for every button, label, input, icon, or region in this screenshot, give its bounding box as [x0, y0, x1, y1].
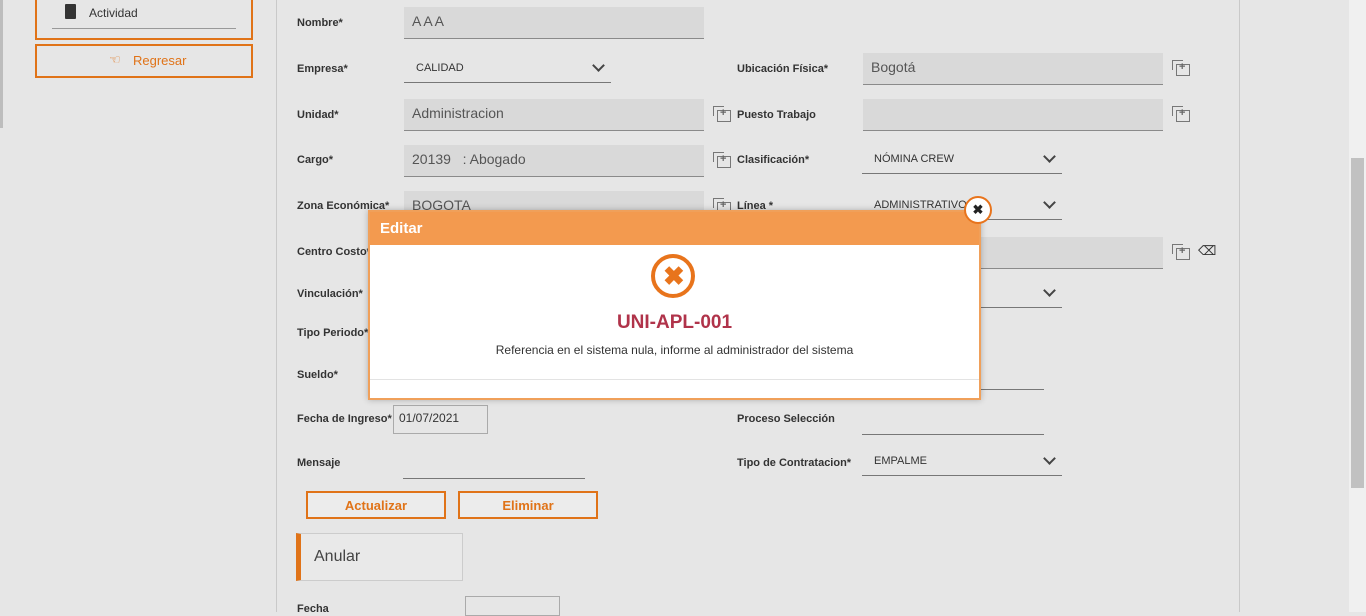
error-icon: ✖ [651, 254, 695, 298]
error-message: Referencia en el sistema nula, informe a… [495, 343, 854, 357]
label-fecha-ingreso: Fecha de Ingreso* [297, 413, 392, 425]
chevron-down-icon [1043, 452, 1056, 465]
actualizar-button[interactable]: Actualizar [306, 491, 446, 519]
anular-title: Anular [314, 548, 361, 565]
label-tipo-contratacion: Tipo de Contratacion* [737, 457, 852, 469]
divider [52, 28, 236, 29]
label-tipo-periodo: Tipo Periodo* [297, 327, 369, 339]
chevron-down-icon [1043, 284, 1056, 297]
chevron-down-icon [592, 59, 605, 72]
eliminar-button[interactable]: Eliminar [458, 491, 598, 519]
back-hand-icon: ☜ [109, 52, 121, 67]
label-empresa: Empresa* [297, 63, 348, 75]
add-ubicacion-icon[interactable] [1172, 60, 1190, 76]
clean-icon[interactable]: ⌫ [1198, 243, 1216, 259]
regresar-button[interactable]: ☜ Regresar [35, 44, 253, 78]
clasificacion-select[interactable]: NÓMINA CREW [862, 149, 1062, 174]
modal-close-button[interactable]: ✖ [964, 196, 992, 224]
modal-header: Editar [370, 212, 979, 245]
anular-panel: Anular [296, 533, 463, 581]
proceso-field[interactable] [862, 434, 1044, 435]
add-unidad-icon[interactable] [713, 106, 731, 122]
chevron-down-icon [1043, 196, 1056, 209]
label-mensaje: Mensaje [297, 457, 341, 469]
chevron-down-icon [1043, 150, 1056, 163]
label-vinculacion: Vinculación* [297, 288, 363, 300]
puesto-field[interactable] [863, 99, 1163, 131]
label-unidad: Unidad* [297, 109, 339, 121]
label-nombre: Nombre* [297, 17, 343, 29]
add-cargo-icon[interactable] [713, 152, 731, 168]
add-centro-icon[interactable] [1172, 244, 1190, 260]
scrollbar[interactable] [1349, 0, 1366, 612]
unidad-field[interactable]: Administracion [404, 99, 704, 131]
sidebar-item-label: Actividad [89, 6, 138, 20]
modal-title: Editar [380, 220, 423, 237]
modal-footer-divider [370, 379, 979, 380]
empresa-select[interactable]: CALIDAD [404, 58, 611, 83]
mensaje-field[interactable] [403, 478, 585, 479]
label-cargo: Cargo* [297, 154, 334, 166]
label-clasificacion: Clasificación* [737, 154, 810, 166]
nombre-field[interactable]: AAA [404, 7, 704, 39]
tipo-contratacion-select[interactable]: EMPALME [862, 451, 1062, 476]
scrollbar-thumb[interactable] [1351, 158, 1364, 488]
label-proceso: Proceso Selección [737, 413, 835, 425]
label-puesto: Puesto Trabajo [737, 109, 816, 121]
label-sueldo: Sueldo* [297, 369, 338, 381]
error-modal: Editar ✖ UNI-APL-001 Referencia en el si… [368, 210, 981, 400]
add-puesto-icon[interactable] [1172, 106, 1190, 122]
label-centro: Centro Costo* [297, 246, 371, 258]
sidebar: Actividad ☜ Regresar [0, 0, 276, 612]
sidebar-item-actividad[interactable]: Actividad [35, 0, 253, 40]
fecha-input[interactable] [465, 596, 560, 616]
error-code: UNI-APL-001 [616, 312, 733, 333]
fecha-ingreso-input[interactable]: 01/07/2021 [393, 405, 488, 434]
label-ubicacion: Ubicación Física* [737, 63, 829, 75]
close-icon: ✖ [972, 202, 984, 217]
cargo-field[interactable]: 20139 : Abogado [404, 145, 704, 177]
ubicacion-field[interactable]: Bogotá [863, 53, 1163, 85]
label-fecha: Fecha [297, 603, 329, 615]
clipboard-icon [65, 4, 76, 19]
sidebar-shadow [0, 0, 3, 128]
